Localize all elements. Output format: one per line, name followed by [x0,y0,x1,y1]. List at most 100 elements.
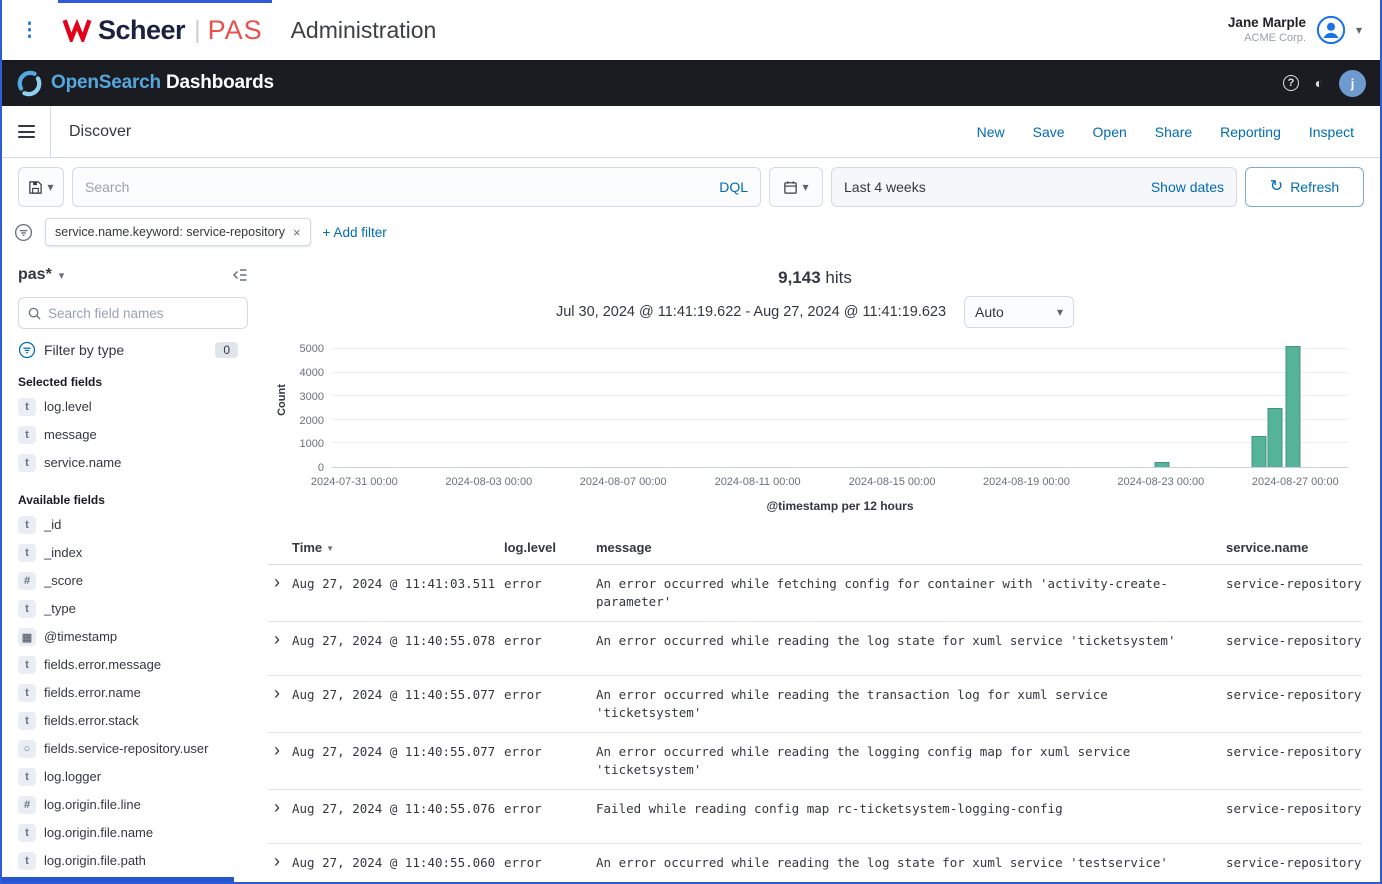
field-item-_index[interactable]: t_index [18,539,248,567]
filter-count-badge: 0 [215,342,238,358]
cell-service-name: service-repository [1226,575,1362,610]
user-block[interactable]: Jane Marple ACME Corp. ▾ [1228,15,1362,46]
filter-list-icon[interactable] [14,223,33,242]
refresh-button[interactable]: ↻ Refresh [1245,167,1364,207]
field-item-_type[interactable]: t_type [18,595,248,623]
col-time[interactable]: Time▼ [292,540,504,555]
col-message[interactable]: message [596,540,1226,555]
field-item-@timestamp[interactable]: ▦@timestamp [18,623,248,651]
cell-message: An error occurred while reading the log … [596,632,1226,664]
histogram-bar[interactable] [1155,462,1170,467]
collapse-sidebar-icon[interactable] [232,267,248,283]
col-log-level[interactable]: log.level [504,540,596,555]
selected-fields-list: tlog.leveltmessagetservice.name [18,393,248,477]
selected-fields-heading: Selected fields [18,375,248,389]
x-axis-title: @timestamp per 12 hours [332,499,1348,513]
search-input[interactable] [85,179,719,195]
field-type-icon: # [18,796,36,814]
interval-value: Auto [975,304,1004,320]
filter-by-type-button[interactable]: Filter by type 0 [18,341,248,359]
hamburger-menu-icon[interactable] [2,106,51,157]
cell-service-name: service-repository [1226,743,1362,778]
field-name: log.origin.file.line [44,796,141,813]
date-picker-button[interactable]: ▾ [769,167,823,207]
nav-link-inspect[interactable]: Inspect [1309,124,1354,140]
cell-message: Failed while reading config map rc-ticke… [596,800,1226,832]
filter-pill[interactable]: service.name.keyword: service-repository… [45,218,311,246]
add-filter-link[interactable]: + Add filter [323,225,387,240]
field-item-_score[interactable]: #_score [18,567,248,595]
show-dates-link[interactable]: Show dates [1151,179,1224,195]
field-item-log.logger[interactable]: tlog.logger [18,763,248,791]
index-pattern-caret-icon: ▾ [59,269,65,282]
sidebar-scrollbar[interactable] [2,877,234,882]
index-pattern-selector[interactable]: pas* [18,266,52,284]
dark-mode-icon[interactable]: ◐ [1310,74,1328,92]
field-item-fields.error.message[interactable]: tfields.error.message [18,651,248,679]
table-row[interactable]: ›Aug 27, 2024 @ 11:41:03.511errorAn erro… [268,565,1362,622]
field-item-message[interactable]: tmessage [18,421,248,449]
apps-menu-icon[interactable]: ⋮ [20,19,46,42]
field-name: log.level [44,398,92,415]
field-type-icon: t [18,516,36,534]
x-tick-label: 2024-08-03 00:00 [445,476,532,488]
user-text: Jane Marple ACME Corp. [1228,15,1306,46]
saved-query-button[interactable]: ▾ [18,167,64,207]
query-bar: ▾ DQL ▾ Last 4 weeks Show dates ↻ Refres… [2,158,1380,216]
histogram-bar[interactable] [1267,408,1282,467]
nav-link-share[interactable]: Share [1155,124,1192,140]
osd-user-avatar[interactable]: j [1339,70,1366,97]
cell-log-level: error [504,743,596,778]
field-name: log.origin.file.name [44,824,153,841]
time-range-value[interactable]: Last 4 weeks [844,179,926,195]
expand-row-icon[interactable]: › [268,632,292,664]
time-range-control[interactable]: Last 4 weeks Show dates [831,167,1237,207]
field-item-fields.error.stack[interactable]: tfields.error.stack [18,707,248,735]
table-row[interactable]: ›Aug 27, 2024 @ 11:40:55.076errorFailed … [268,790,1362,844]
field-item-fields.service-repository.user[interactable]: ○fields.service-repository.user [18,735,248,763]
col-service-name[interactable]: service.name [1226,540,1362,555]
nav-link-open[interactable]: Open [1093,124,1127,140]
field-item-service.name[interactable]: tservice.name [18,449,248,477]
field-search-input[interactable] [48,306,239,321]
remove-filter-icon[interactable]: × [293,225,301,240]
cell-log-level: error [504,632,596,664]
user-avatar-icon[interactable] [1316,15,1346,45]
histogram-bar[interactable] [1251,436,1266,467]
field-item-log.origin.file.path[interactable]: tlog.origin.file.path [18,847,248,875]
cell-log-level: error [504,854,596,882]
y-tick-label: 5000 [300,343,324,355]
table-row[interactable]: ›Aug 27, 2024 @ 11:40:55.078errorAn erro… [268,622,1362,676]
refresh-label: Refresh [1290,179,1339,195]
field-item-log.origin.file.name[interactable]: tlog.origin.file.name [18,819,248,847]
help-icon[interactable]: ? [1283,75,1299,91]
scheer-pas-logo: Scheer | PAS [62,15,263,46]
admin-top-bar: ⋮ Scheer | PAS Administration Jane Marpl… [2,0,1380,60]
user-menu-caret-icon[interactable]: ▾ [1356,23,1362,37]
expand-row-icon[interactable]: › [268,743,292,778]
expand-row-icon[interactable]: › [268,800,292,832]
expand-row-icon[interactable]: › [268,575,292,610]
field-item-fields.error.name[interactable]: tfields.error.name [18,679,248,707]
field-type-icon: t [18,600,36,618]
interval-caret-icon: ▾ [1057,305,1063,319]
field-item-log.origin.file.line[interactable]: # log.origin.file.line [18,791,248,819]
nav-link-save[interactable]: Save [1033,124,1065,140]
cell-time: Aug 27, 2024 @ 11:40:55.076 [292,800,504,832]
interval-select[interactable]: Auto ▾ [964,296,1074,328]
field-type-icon: t [18,852,36,870]
histogram-bar[interactable] [1286,346,1301,467]
expand-row-icon[interactable]: › [268,854,292,882]
table-row[interactable]: ›Aug 27, 2024 @ 11:40:55.060errorAn erro… [268,844,1362,882]
query-language-button[interactable]: DQL [719,179,748,195]
table-row[interactable]: ›Aug 27, 2024 @ 11:40:55.077errorAn erro… [268,676,1362,733]
field-item-log.level[interactable]: tlog.level [18,393,248,421]
field-name: fields.error.name [44,684,141,701]
nav-link-reporting[interactable]: Reporting [1220,124,1281,140]
field-item-_id[interactable]: t_id [18,511,248,539]
field-type-icon: t [18,426,36,444]
table-row[interactable]: ›Aug 27, 2024 @ 11:40:55.077errorAn erro… [268,733,1362,790]
cell-time: Aug 27, 2024 @ 11:40:55.060 [292,854,504,882]
expand-row-icon[interactable]: › [268,686,292,721]
nav-link-new[interactable]: New [977,124,1005,140]
